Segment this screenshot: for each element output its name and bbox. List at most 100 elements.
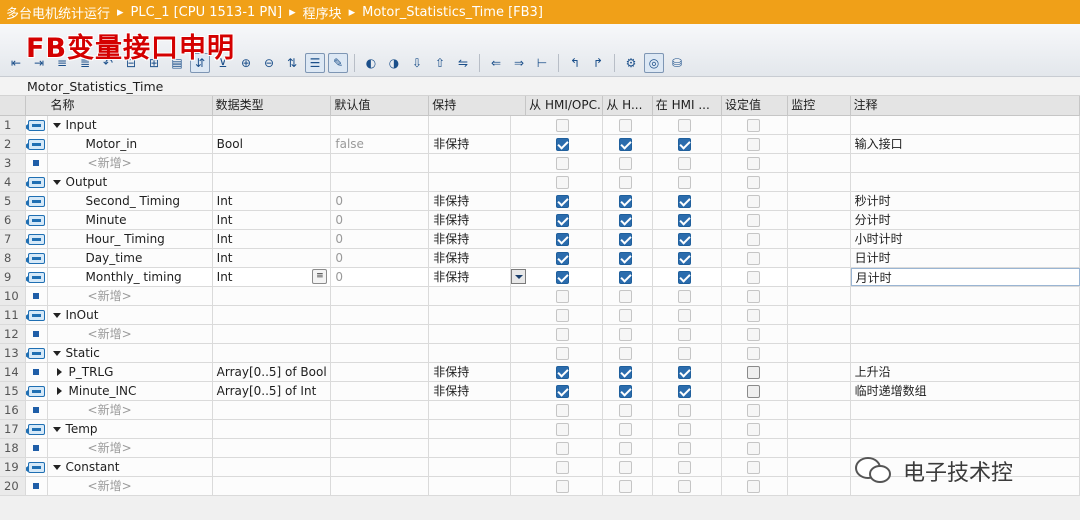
data-type-cell[interactable] — [213, 287, 332, 305]
breadcrumb-program-blocks[interactable]: 程序块 — [303, 3, 342, 22]
name-cell[interactable]: <新增> — [48, 401, 213, 419]
hmi-h-checkbox[interactable] — [619, 480, 633, 493]
in-hmi-checkbox[interactable] — [677, 404, 691, 417]
hmi-h-checkbox[interactable] — [619, 214, 633, 227]
header-retain[interactable]: 保持 — [429, 96, 527, 115]
hmi-h-checkbox[interactable] — [619, 252, 633, 265]
setpoint-checkbox[interactable] — [747, 214, 761, 227]
setpoint-checkbox[interactable] — [747, 119, 761, 132]
header-data-type[interactable]: 数据类型 — [213, 96, 332, 115]
default-cell[interactable] — [331, 420, 430, 438]
setpoint-checkbox[interactable] — [747, 176, 761, 189]
comment-cell[interactable] — [851, 116, 1080, 134]
collapse-arrow-icon[interactable] — [56, 368, 62, 376]
name-cell[interactable]: Output — [48, 173, 213, 191]
hmi-opc-checkbox[interactable] — [556, 366, 570, 379]
data-type-cell[interactable] — [213, 154, 332, 172]
name-cell[interactable]: <新增> — [48, 154, 213, 172]
in-hmi-checkbox[interactable] — [677, 442, 691, 455]
hmi-opc-checkbox[interactable] — [556, 404, 570, 417]
setpoint-checkbox[interactable] — [747, 195, 761, 208]
edit-icon[interactable]: ✎ — [328, 53, 348, 73]
comment-cell[interactable] — [851, 401, 1080, 419]
hmi-opc-checkbox[interactable] — [556, 347, 570, 360]
name-cell[interactable]: Second_ Timing — [48, 192, 213, 210]
data-type-cell[interactable]: Bool — [213, 135, 332, 153]
hmi-h-checkbox[interactable] — [619, 309, 633, 322]
default-cell[interactable] — [331, 306, 430, 324]
in-hmi-checkbox[interactable] — [677, 366, 691, 379]
hmi-h-checkbox[interactable] — [619, 366, 633, 379]
type-picker-icon[interactable]: ≡ — [312, 269, 328, 284]
default-cell[interactable]: 0 — [331, 211, 430, 229]
data-type-cell[interactable]: Int — [213, 211, 332, 229]
hmi-opc-checkbox[interactable] — [556, 423, 570, 436]
close-icon[interactable]: ⊖ — [259, 53, 279, 73]
name-cell[interactable]: P_TRLG — [48, 363, 213, 381]
hmi-h-checkbox[interactable] — [619, 442, 633, 455]
table-row[interactable]: 10 <新增> — [0, 287, 1080, 306]
comment-cell[interactable]: 秒计时 — [851, 192, 1080, 210]
monitor-icon[interactable]: ◐ — [361, 53, 381, 73]
hmi-h-checkbox[interactable] — [619, 347, 633, 360]
indent-left-icon[interactable]: ⇐ — [486, 53, 506, 73]
comment-cell[interactable] — [851, 420, 1080, 438]
hmi-h-checkbox[interactable] — [619, 328, 633, 341]
default-cell[interactable] — [331, 401, 430, 419]
default-cell[interactable] — [331, 287, 430, 305]
header-monitor[interactable]: 监控 — [788, 96, 851, 115]
data-type-cell[interactable]: Int — [213, 192, 332, 210]
hmi-opc-checkbox[interactable] — [556, 290, 570, 303]
retain-cell[interactable]: 非保持 — [429, 192, 512, 210]
data-type-cell[interactable] — [213, 306, 332, 324]
name-cell[interactable]: Minute_INC — [48, 382, 213, 400]
retain-cell[interactable] — [429, 344, 512, 362]
expand-arrow-icon[interactable] — [52, 179, 61, 185]
comment-cell[interactable] — [851, 344, 1080, 362]
hmi-h-checkbox[interactable] — [619, 176, 633, 189]
go-forward-icon[interactable]: ↱ — [588, 53, 608, 73]
hmi-opc-checkbox[interactable] — [556, 119, 570, 132]
comment-cell[interactable]: 临时递增数组 — [851, 382, 1080, 400]
sort-icon[interactable]: ⇅ — [282, 53, 302, 73]
compare-icon[interactable]: ⇋ — [453, 53, 473, 73]
in-hmi-checkbox[interactable] — [677, 119, 691, 132]
header-hmi-opc[interactable]: 从 HMI/OPC... — [526, 96, 604, 115]
hmi-opc-checkbox[interactable] — [556, 233, 570, 246]
hmi-opc-checkbox[interactable] — [556, 176, 570, 189]
name-cell[interactable]: Temp — [48, 420, 213, 438]
name-cell[interactable]: Monthly_ timing — [47, 268, 213, 286]
retain-cell[interactable]: 非保持 — [429, 135, 512, 153]
hmi-opc-checkbox[interactable] — [556, 328, 570, 341]
table-row[interactable]: 7 Hour_ Timing Int 0 非保持 小时计时 — [0, 230, 1080, 249]
hmi-opc-checkbox[interactable] — [556, 252, 570, 265]
breadcrumb-project[interactable]: 多台电机统计运行 — [6, 3, 110, 22]
setpoint-checkbox[interactable] — [747, 252, 761, 265]
hmi-h-checkbox[interactable] — [619, 138, 633, 151]
setpoint-checkbox[interactable] — [747, 480, 761, 493]
table-row[interactable]: 8 Day_time Int 0 非保持 日计时 — [0, 249, 1080, 268]
default-cell[interactable]: 0 — [331, 192, 430, 210]
header-setpoint[interactable]: 设定值 — [722, 96, 789, 115]
comment-cell[interactable]: 月计时 — [850, 268, 1080, 286]
hmi-opc-checkbox[interactable] — [556, 214, 570, 227]
retain-cell[interactable] — [429, 154, 512, 172]
data-type-cell[interactable]: Int — [213, 249, 332, 267]
comment-cell[interactable] — [851, 154, 1080, 172]
retain-cell[interactable] — [429, 306, 512, 324]
in-hmi-checkbox[interactable] — [677, 157, 691, 170]
in-hmi-checkbox[interactable] — [677, 328, 691, 341]
name-cell[interactable]: Static — [48, 344, 213, 362]
default-cell[interactable] — [331, 477, 430, 495]
default-cell[interactable] — [331, 344, 430, 362]
retain-cell[interactable] — [429, 420, 512, 438]
setpoint-checkbox[interactable] — [747, 442, 761, 455]
name-cell[interactable]: Day_time — [48, 249, 213, 267]
table-row[interactable]: 2 Motor_in Bool false 非保持 输入接口 — [0, 135, 1080, 154]
default-cell[interactable] — [331, 439, 430, 457]
expand-arrow-icon[interactable] — [52, 350, 61, 356]
header-in-hmi[interactable]: 在 HMI ... — [653, 96, 723, 115]
data-type-cell[interactable] — [213, 458, 332, 476]
setpoint-checkbox[interactable] — [747, 461, 761, 474]
hmi-opc-checkbox[interactable] — [556, 195, 570, 208]
